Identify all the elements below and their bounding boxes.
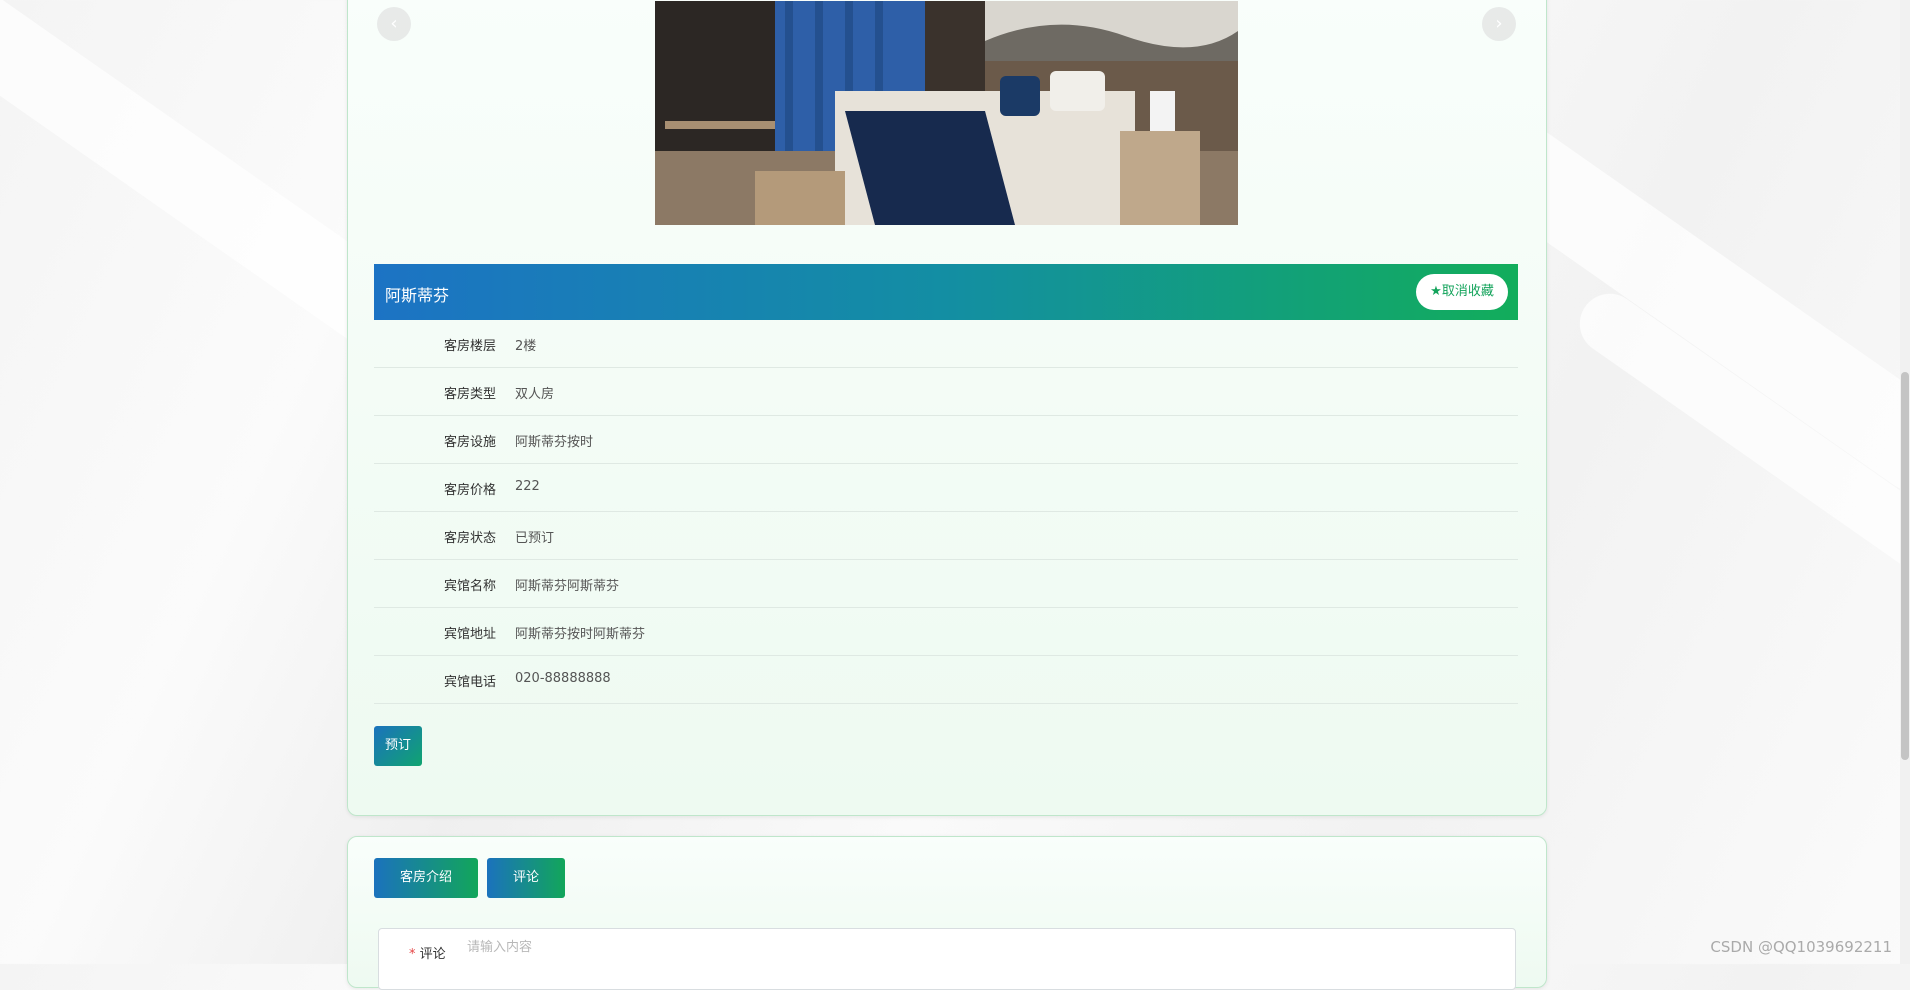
carousel-prev-button[interactable]: ‹ [377, 7, 411, 41]
room-title: 阿斯蒂芬 [385, 286, 450, 305]
book-button[interactable]: 预订 [374, 726, 422, 766]
comment-label-text: 评论 [419, 947, 446, 962]
info-label: 客房价格 [443, 483, 496, 498]
info-row-price: 客房价格 222 [374, 464, 1518, 512]
info-value: 已预订 [515, 531, 555, 546]
info-value: 阿斯蒂芬按时阿斯蒂芬 [515, 627, 646, 642]
info-value: 222 [515, 479, 540, 494]
info-label: 客房状态 [443, 531, 496, 546]
info-label: 客房类型 [443, 387, 496, 402]
carousel-next-button[interactable]: › [1482, 7, 1516, 41]
tab-comments[interactable]: 评论 [487, 858, 565, 898]
chevron-right-icon: › [1495, 13, 1503, 34]
info-row-floor: 客房楼层 2楼 [374, 320, 1518, 368]
info-row-hotel-address: 宾馆地址 阿斯蒂芬按时阿斯蒂芬 [374, 608, 1518, 656]
cancel-favorite-button[interactable]: ★取消收藏 [1416, 274, 1508, 310]
chevron-left-icon: ‹ [390, 13, 398, 34]
tab-room-intro[interactable]: 客房介绍 [374, 858, 478, 898]
info-label: 宾馆地址 [443, 627, 496, 642]
info-value: 阿斯蒂芬按时 [515, 435, 594, 450]
info-value: 2楼 [515, 339, 537, 354]
info-label: 客房楼层 [443, 339, 496, 354]
tabs-panel: 客房介绍 评论 * 评论 [347, 836, 1547, 990]
comment-form: * 评论 [378, 928, 1516, 990]
info-row-hotel-phone: 宾馆电话 020-88888888 [374, 656, 1518, 704]
comment-label: * 评论 [409, 943, 446, 962]
room-photo [655, 1, 1238, 225]
room-photo-image [655, 1, 1238, 225]
info-row-type: 客房类型 双人房 [374, 368, 1518, 416]
info-label: 客房设施 [443, 435, 496, 450]
room-title-bar: 阿斯蒂芬 ★取消收藏 [374, 264, 1518, 320]
watermark: CSDN @QQ1039692211 [1710, 938, 1892, 956]
comment-input[interactable] [465, 939, 1069, 956]
info-label: 宾馆电话 [443, 675, 496, 690]
info-value: 020-88888888 [515, 671, 611, 686]
info-value: 双人房 [515, 387, 555, 402]
info-row-status: 客房状态 已预订 [374, 512, 1518, 560]
info-row-hotel-name: 宾馆名称 阿斯蒂芬阿斯蒂芬 [374, 560, 1518, 608]
room-detail-panel: ‹ › 阿斯蒂芬 ★取消收藏 客房楼层 2楼 客房类型 双人房 客房设施 阿斯蒂… [347, 0, 1547, 816]
info-value: 阿斯蒂芬阿斯蒂芬 [515, 579, 620, 594]
info-label: 宾馆名称 [443, 579, 496, 594]
page-scrollbar[interactable] [1900, 0, 1910, 964]
required-mark: * [409, 947, 416, 962]
scrollbar-thumb[interactable] [1901, 372, 1909, 760]
info-row-facilities: 客房设施 阿斯蒂芬按时 [374, 416, 1518, 464]
